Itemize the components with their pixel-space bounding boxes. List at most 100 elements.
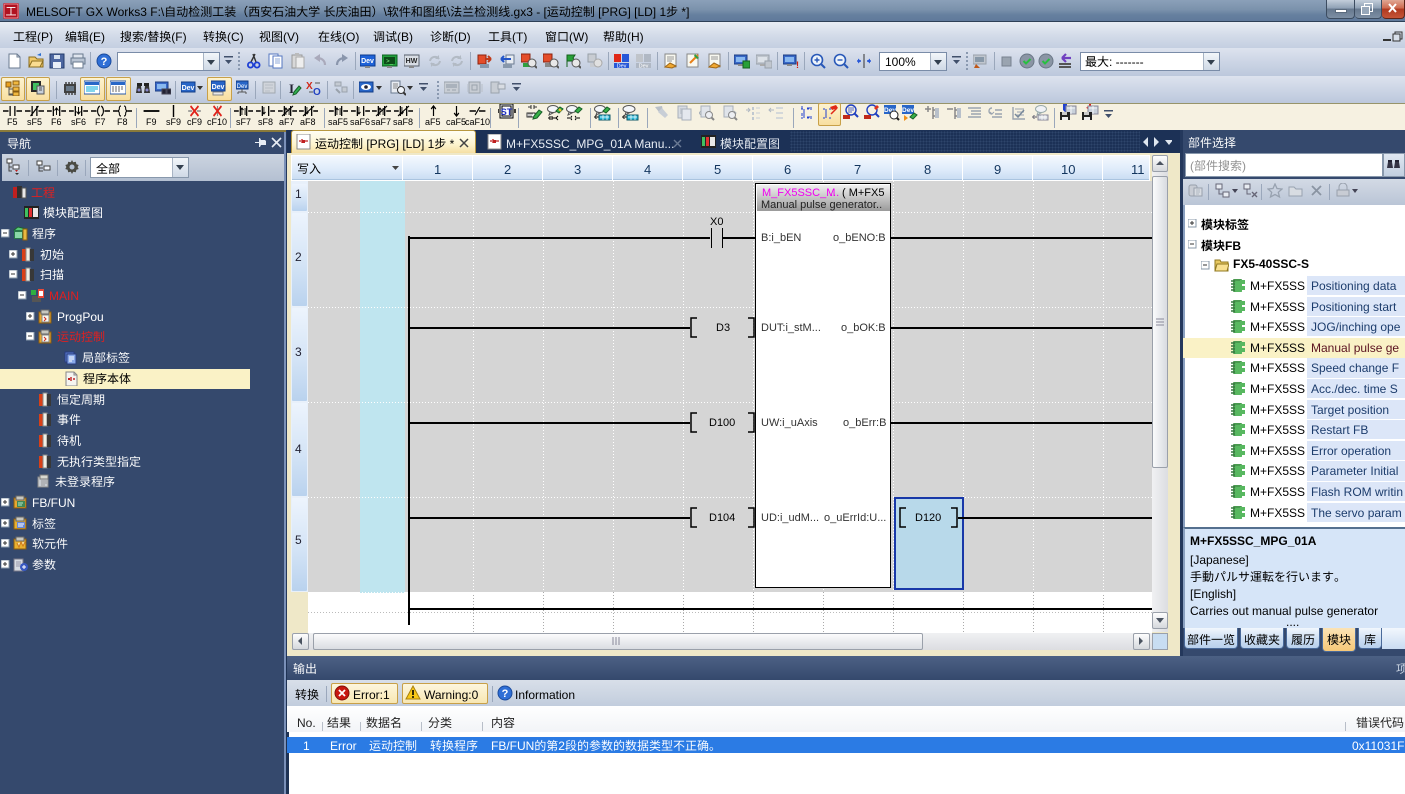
svg-text:Information: Information <box>515 688 575 702</box>
svg-text:O: O <box>313 87 321 96</box>
svg-text:X0: X0 <box>710 216 723 228</box>
svg-text:saF5: saF5 <box>328 117 348 127</box>
svg-text:\: \ <box>447 5 451 19</box>
svg-text:FB: FB <box>1225 239 1241 253</box>
svg-text:(: ( <box>1190 159 1194 173</box>
svg-text:>_: >_ <box>386 59 394 65</box>
svg-text:M+FX5SS: M+FX5SS <box>1250 320 1305 334</box>
svg-text:10: 10 <box>1061 162 1075 177</box>
svg-text:M+FX5SS: M+FX5SS <box>1250 382 1305 396</box>
svg-text:(B): (B) <box>397 30 413 44</box>
svg-text:M+FX5SSC_MPG_01A: M+FX5SSC_MPG_01A <box>1190 534 1317 548</box>
svg-text:B:i_bEN: B:i_bEN <box>761 232 801 244</box>
svg-text:No.: No. <box>297 716 316 730</box>
svg-text:Manual pulse ge: Manual pulse ge <box>1311 341 1399 355</box>
svg-text:工: 工 <box>6 6 17 18</box>
svg-text:2: 2 <box>295 250 302 264</box>
svg-text:FB/FUN: FB/FUN <box>32 496 75 510</box>
svg-text:D120: D120 <box>915 512 941 524</box>
svg-text:4: 4 <box>295 442 302 456</box>
svg-text:o_uErrId:U...: o_uErrId:U... <box>824 512 886 524</box>
svg-text:HW: HW <box>406 58 418 65</box>
svg-text:(W): (W) <box>569 30 588 44</box>
svg-text:FB/FUN: FB/FUN <box>491 739 534 753</box>
svg-text:[PRG] [LD] 1: [PRG] [LD] 1 <box>363 137 435 151</box>
svg-text:?: ? <box>101 56 108 68</box>
svg-text:Error:1: Error:1 <box>353 688 390 702</box>
svg-text:UW:i_uAxis: UW:i_uAxis <box>761 417 818 429</box>
svg-text:5: 5 <box>295 533 302 547</box>
svg-text:M+FX5SS: M+FX5SS <box>1250 506 1305 520</box>
svg-text:(C): (C) <box>227 30 244 44</box>
svg-text:sF7: sF7 <box>236 117 251 127</box>
svg-text:6: 6 <box>784 162 791 177</box>
svg-text:saF7: saF7 <box>371 117 391 127</box>
svg-text:D100: D100 <box>709 417 735 429</box>
svg-text:Warning:0: Warning:0 <box>424 688 479 702</box>
svg-text:Speed change F: Speed change F <box>1311 361 1399 375</box>
svg-text:M+FX5SS: M+FX5SS <box>1250 464 1305 478</box>
svg-text:sF6: sF6 <box>71 117 86 127</box>
svg-text:ProgPou: ProgPou <box>57 310 104 324</box>
svg-text:100%: 100% <box>885 55 916 69</box>
svg-text:Dev: Dev <box>617 64 627 70</box>
svg-text:Dev: Dev <box>212 84 225 91</box>
svg-text:Positioning data: Positioning data <box>1311 279 1397 293</box>
svg-text:Carries out manual pulse gener: Carries out manual pulse generator <box>1190 604 1378 618</box>
svg-text:[English]: [English] <box>1190 587 1236 601</box>
svg-text:*: * <box>446 137 454 151</box>
svg-text:3: 3 <box>574 162 581 177</box>
svg-text:1: 1 <box>303 739 310 753</box>
svg-text:ST: ST <box>501 107 513 117</box>
svg-text:o_bENO:B: o_bENO:B <box>833 232 886 244</box>
svg-text:2: 2 <box>558 739 565 753</box>
svg-text:4: 4 <box>644 162 651 177</box>
svg-text:?: ? <box>502 688 509 700</box>
svg-text:cF10: cF10 <box>207 117 227 127</box>
svg-text:.gx3 - [: .gx3 - [ <box>510 5 547 19</box>
svg-text:saF8: saF8 <box>393 117 413 127</box>
svg-text:1: 1 <box>295 187 302 201</box>
svg-text:8: 8 <box>924 162 931 177</box>
svg-text:saF6: saF6 <box>350 117 370 127</box>
svg-text:7: 7 <box>854 162 861 177</box>
svg-text:JOG/inching ope: JOG/inching ope <box>1311 320 1401 334</box>
svg-text:: -------: : ------- <box>1109 55 1144 69</box>
svg-text:aF7: aF7 <box>279 117 295 127</box>
svg-text:F6: F6 <box>51 117 62 127</box>
svg-text:(O): (O) <box>342 30 359 44</box>
svg-text:\: \ <box>384 5 388 19</box>
svg-text:(E): (E) <box>89 30 105 44</box>
svg-text:MELSOFT GX Works3 F:\: MELSOFT GX Works3 F:\ <box>26 5 165 19</box>
svg-text:[PRG] [LD] 1: [PRG] [LD] 1 <box>595 5 667 19</box>
svg-text:o_bOK:B: o_bOK:B <box>841 322 886 334</box>
svg-text:Dev: Dev <box>361 58 374 65</box>
svg-text:9: 9 <box>994 162 1001 177</box>
svg-text:*]: *] <box>678 5 689 19</box>
svg-text:sF5: sF5 <box>27 117 42 127</box>
svg-text:....: .... <box>1286 615 1299 629</box>
svg-text:3: 3 <box>295 345 302 359</box>
svg-text:sF8: sF8 <box>258 117 273 127</box>
svg-text:[Japanese]: [Japanese] <box>1190 553 1249 567</box>
svg-text:D3: D3 <box>716 322 730 334</box>
svg-text:(P): (P) <box>37 30 53 44</box>
svg-text:Positioning start: Positioning start <box>1311 300 1397 314</box>
svg-text:5: 5 <box>714 162 721 177</box>
svg-text:M+FX5SS: M+FX5SS <box>1250 485 1305 499</box>
svg-text:aF8: aF8 <box>300 117 316 127</box>
svg-text:DUT:i_stM...: DUT:i_stM... <box>761 322 821 334</box>
svg-text:M+FX5SS: M+FX5SS <box>1250 300 1305 314</box>
svg-text:F5: F5 <box>7 117 18 127</box>
svg-text:F7: F7 <box>95 117 106 127</box>
svg-text:...: ... <box>873 199 882 211</box>
svg-text:Parameter Initial: Parameter Initial <box>1311 464 1398 478</box>
svg-text:!: ! <box>796 60 799 69</box>
svg-text:(H): (H) <box>627 30 644 44</box>
svg-text:Restart FB: Restart FB <box>1311 423 1368 437</box>
svg-text:Dev: Dev <box>182 85 195 92</box>
svg-text:FX5-40SSC-S: FX5-40SSC-S <box>1233 257 1309 271</box>
svg-text:M+FX5SS: M+FX5SS <box>1250 279 1305 293</box>
svg-text:0x11031F: 0x11031F <box>1352 739 1404 753</box>
svg-text:(D): (D) <box>454 30 471 44</box>
